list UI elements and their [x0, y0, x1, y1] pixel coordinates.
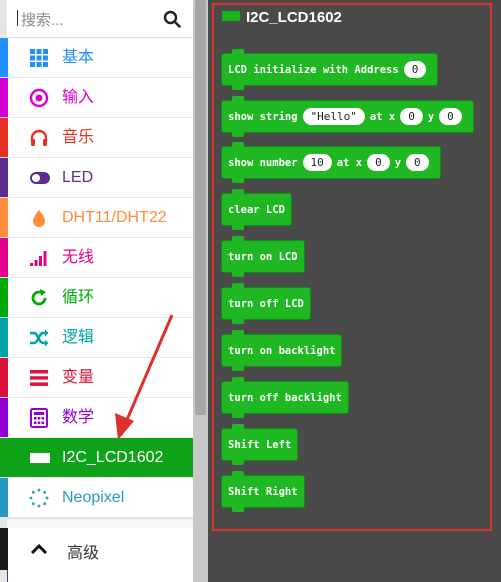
- category-basic[interactable]: 基本: [0, 38, 193, 78]
- search-box[interactable]: 搜索...: [7, 0, 193, 38]
- block-text: y: [394, 156, 402, 169]
- block-text: at x: [369, 110, 396, 123]
- category-color-bar: [0, 238, 8, 277]
- drop-icon: [33, 210, 45, 227]
- category-music[interactable]: 音乐: [0, 118, 193, 158]
- display-icon: [30, 453, 50, 463]
- category-label: 高级: [67, 545, 100, 562]
- category-neopixel[interactable]: Neopixel: [0, 478, 193, 518]
- calculator-icon: [30, 408, 48, 428]
- toolbox-separator: [7, 518, 193, 528]
- block-show-string[interactable]: show string "Hello" at x 0 y 0: [221, 96, 474, 137]
- block-text: LCD initialize with Address: [228, 63, 399, 76]
- signal-icon: [30, 251, 47, 266]
- category-label: 音乐: [62, 129, 95, 146]
- chevron-up-icon: [30, 543, 48, 555]
- category-advanced[interactable]: 高级: [0, 528, 193, 570]
- category-color-bar: [0, 398, 8, 437]
- category-loops[interactable]: 循环: [0, 278, 193, 318]
- search-input[interactable]: 搜索...: [17, 9, 64, 30]
- block-shift-left[interactable]: Shift Left: [221, 424, 299, 465]
- category-radio[interactable]: 无线: [0, 238, 193, 278]
- category-color-bar: [0, 278, 8, 317]
- category-label: 循环: [62, 289, 95, 306]
- toolbox: 搜索... 基本 输入 音乐 LED DHT11/DHT22 无线 循环 逻辑 …: [0, 0, 193, 582]
- flyout-heading: I2C_LCD1602: [222, 9, 342, 26]
- category-color-bar: [0, 528, 8, 570]
- category-label: LED: [62, 169, 94, 186]
- category-color-bar: [0, 38, 8, 77]
- category-color-bar: [0, 78, 8, 117]
- category-color-bar: [0, 118, 8, 157]
- block-text: Shift Right: [228, 485, 298, 498]
- category-label: 输入: [62, 89, 95, 106]
- category-led[interactable]: LED: [0, 158, 193, 198]
- block-text: at x: [336, 156, 363, 169]
- category-color-bar: [0, 358, 8, 397]
- category-swatch: [222, 11, 240, 21]
- block-turn-on-backlight[interactable]: turn on backlight: [221, 330, 343, 371]
- category-partial[interactable]: [7, 570, 193, 582]
- ring-icon: [29, 488, 49, 508]
- headphones-icon: [30, 129, 48, 146]
- category-math[interactable]: 数学: [0, 398, 193, 438]
- category-color-bar: [7, 570, 8, 582]
- x-input[interactable]: 0: [367, 154, 390, 171]
- category-variables[interactable]: 变量: [0, 358, 193, 398]
- block-text: turn off backlight: [228, 391, 342, 404]
- toolbox-scrollbar-thumb[interactable]: [195, 0, 206, 415]
- category-label: 逻辑: [62, 329, 95, 346]
- toggle-icon: [30, 172, 50, 184]
- category-color-bar: [0, 158, 8, 197]
- category-label: 数学: [62, 409, 95, 426]
- block-shift-right[interactable]: Shift Right: [221, 471, 305, 512]
- block-turn-on-lcd[interactable]: turn on LCD: [221, 236, 305, 277]
- lines-icon: [30, 370, 48, 386]
- block-text: clear LCD: [228, 203, 285, 216]
- category-color-bar: [0, 478, 8, 517]
- y-input[interactable]: 0: [439, 108, 462, 125]
- category-dht[interactable]: DHT11/DHT22: [0, 198, 193, 238]
- y-input[interactable]: 0: [406, 154, 429, 171]
- flyout-title: I2C_LCD1602: [246, 9, 342, 26]
- number-input[interactable]: 10: [302, 154, 332, 171]
- block-text: turn on backlight: [228, 344, 336, 357]
- category-i2c-lcd1602[interactable]: I2C_LCD1602: [0, 438, 193, 478]
- loop-icon: [31, 289, 47, 306]
- category-label: Neopixel: [62, 489, 125, 506]
- block-lcd-initialize[interactable]: LCD initialize with Address 0: [221, 49, 439, 90]
- category-label: 变量: [62, 369, 95, 386]
- target-icon: [29, 88, 49, 108]
- grid-icon: [30, 49, 48, 67]
- category-color-bar: [0, 198, 8, 237]
- category-label: 无线: [62, 249, 95, 266]
- block-text: y: [427, 110, 435, 123]
- category-input[interactable]: 输入: [0, 78, 193, 118]
- block-text: show number: [228, 156, 298, 169]
- block-text: show string: [228, 110, 298, 123]
- block-text: Shift Left: [228, 438, 292, 451]
- x-input[interactable]: 0: [400, 108, 423, 125]
- block-show-number[interactable]: show number 10 at x 0 y 0: [221, 142, 441, 183]
- string-input[interactable]: "Hello": [302, 108, 365, 125]
- category-label: I2C_LCD1602: [62, 449, 164, 466]
- block-turn-off-lcd[interactable]: turn off LCD: [221, 283, 311, 324]
- search-icon[interactable]: [163, 10, 181, 28]
- block-turn-off-backlight[interactable]: turn off backlight: [221, 377, 349, 418]
- block-clear-lcd[interactable]: clear LCD: [221, 189, 292, 230]
- shuffle-icon: [30, 329, 49, 347]
- category-label: 基本: [62, 49, 95, 66]
- category-logic[interactable]: 逻辑: [0, 318, 193, 358]
- category-color-bar: [0, 438, 8, 477]
- address-input[interactable]: 0: [403, 61, 427, 78]
- category-label: DHT11/DHT22: [62, 209, 167, 226]
- block-text: turn off LCD: [228, 297, 304, 310]
- category-color-bar: [0, 318, 8, 357]
- block-text: turn on LCD: [228, 250, 298, 263]
